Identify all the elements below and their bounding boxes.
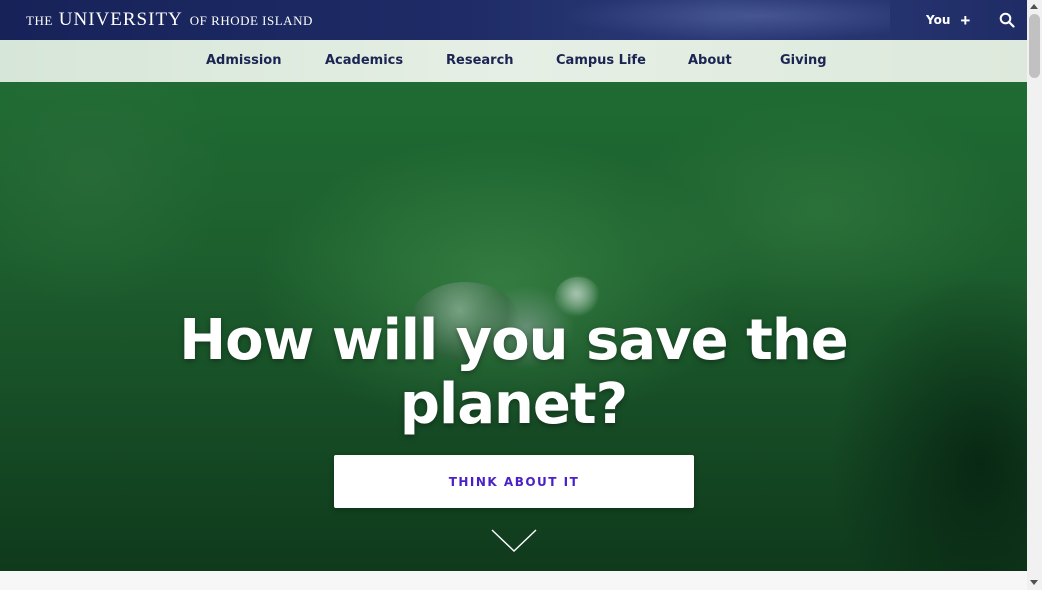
nav-item-research[interactable]: Research [446,40,514,82]
scroll-down-arrow-icon[interactable] [1030,580,1038,585]
page-scrollbar[interactable] [1027,0,1042,590]
logo-of-rhode-island: of Rhode Island [189,13,313,28]
think-about-it-button[interactable]: THINK ABOUT IT [334,455,694,508]
scroll-up-arrow-icon[interactable] [1030,4,1038,9]
scrollbar-thumb[interactable] [1029,14,1040,78]
hero-title-line2: planet? [399,372,628,437]
top-bar-photo-strip [560,0,890,40]
top-bar: The University of Rhode Island You + [0,0,1027,40]
logo-the: The [26,13,53,28]
chevron-down-icon [491,529,537,552]
nav-item-about[interactable]: About [688,40,732,82]
hero-title-line1: How will you save the [179,308,848,373]
you-label: You [926,13,951,27]
hero-banner: How will you save the planet? THINK ABOU… [0,82,1027,571]
logo-university: University [58,9,183,30]
search-button[interactable] [999,12,1015,28]
nav-item-admission[interactable]: Admission [206,40,282,82]
nav-item-giving[interactable]: Giving [780,40,827,82]
nav-item-academics[interactable]: Academics [325,40,403,82]
main-navigation: Admission Academics Research Campus Life… [0,40,1027,82]
nav-item-campus-life[interactable]: Campus Life [556,40,646,82]
plus-icon: + [960,10,971,30]
scroll-down-button[interactable] [491,528,537,554]
search-icon [999,12,1015,28]
you-menu-toggle[interactable]: You + [926,11,970,29]
hero-title: How will you save the planet? [0,309,1027,437]
university-logo[interactable]: The University of Rhode Island [26,9,313,33]
